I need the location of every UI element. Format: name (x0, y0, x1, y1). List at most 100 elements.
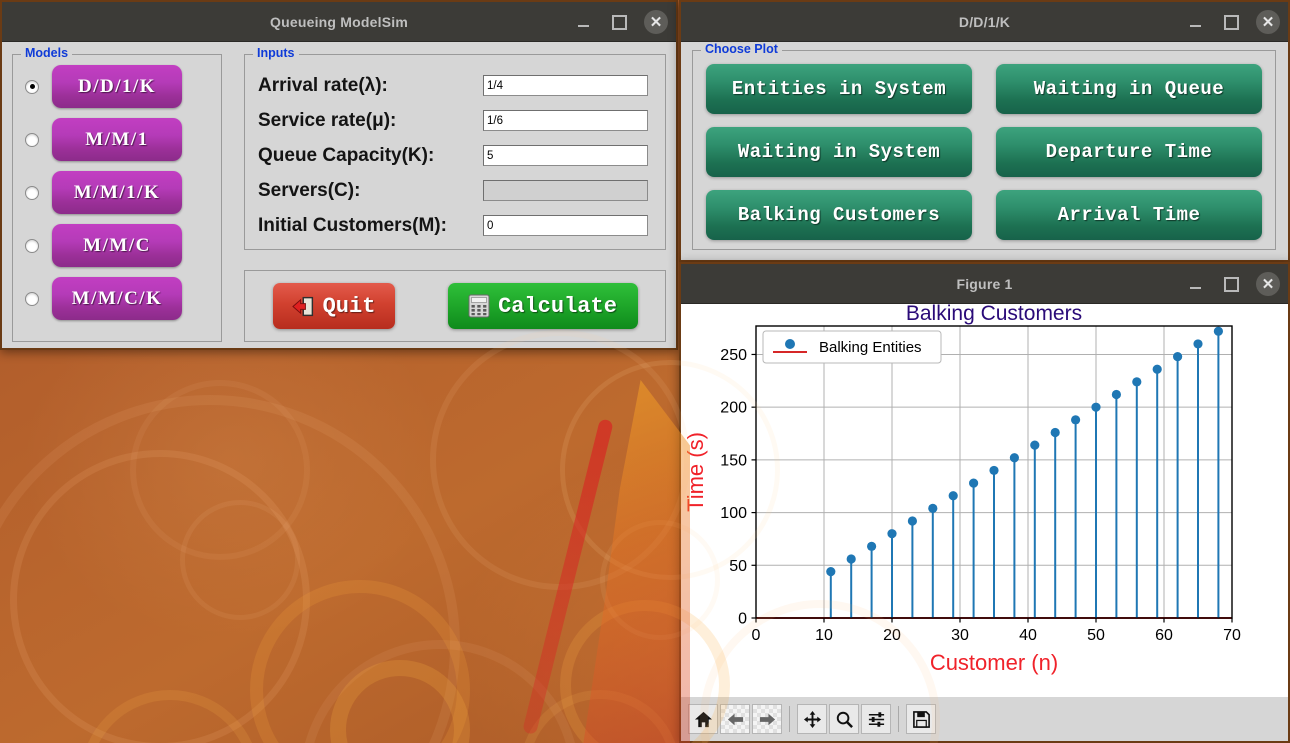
figure-maximize-button[interactable] (1220, 273, 1242, 295)
plot-minimize-button[interactable] (1184, 11, 1206, 33)
model-radio-mm1[interactable] (25, 132, 39, 147)
input-row-initial-customers: Initial Customers(M): 0 (258, 209, 665, 242)
figure-window-controls: ✕ (1184, 264, 1280, 304)
data-point-marker (907, 516, 917, 526)
plot-button-waiting-in-system[interactable]: Waiting in System (706, 127, 972, 177)
plot-button-departure-time[interactable]: Departure Time (996, 127, 1262, 177)
desktop: Queueing ModelSim ✕ Models D/D/1/K M/M/1 (0, 0, 1290, 743)
model-radio-mmc[interactable] (25, 238, 39, 253)
legend-marker-swatch (785, 339, 795, 349)
plot-window-title: D/D/1/K (958, 13, 1011, 30)
chart-title: Balking Customers (906, 304, 1082, 325)
data-point-marker (887, 529, 897, 539)
model-option-row[interactable]: D/D/1/K (25, 65, 221, 108)
figure-minimize-button[interactable] (1184, 273, 1206, 295)
calculate-button[interactable]: Calculate (447, 283, 638, 329)
servers-input[interactable] (483, 180, 648, 201)
y-tick-label: 250 (720, 347, 747, 364)
wallpaper-swirl (80, 690, 260, 743)
y-tick-label: 200 (720, 400, 747, 417)
data-point-marker (1009, 453, 1019, 463)
plot-chooser-window: D/D/1/K ✕ Choose Plot Entities in System… (679, 0, 1290, 262)
model-button-mmck[interactable]: M/M/C/K (52, 277, 182, 320)
servers-label: Servers(C): (258, 179, 361, 201)
forward-arrow-icon[interactable] (752, 704, 782, 734)
y-tick-label: 0 (738, 611, 747, 628)
balking-customers-chart: Balking Customers 0 10 20 30 40 50 60 70 0 50 100 15… (681, 302, 1288, 697)
choose-plot-group: Choose Plot Entities in System Waiting i… (692, 42, 1276, 250)
calculate-button-label: Calculate (498, 293, 617, 319)
model-button-mm1k[interactable]: M/M/1/K (52, 171, 182, 214)
data-point-marker (1050, 427, 1060, 438)
wallpaper-swirl (330, 660, 470, 743)
main-window-controls: ✕ (572, 2, 668, 42)
x-tick-label: 10 (815, 627, 833, 644)
data-point-marker (1132, 377, 1142, 387)
x-tick-label: 60 (1155, 627, 1173, 644)
y-tick-label: 100 (720, 505, 747, 522)
x-tick-label: 0 (752, 627, 761, 644)
figure-close-button[interactable]: ✕ (1256, 272, 1280, 296)
wallpaper-swirl (250, 580, 470, 743)
service-rate-input[interactable]: 1/6 (483, 110, 648, 131)
data-point-marker (846, 554, 856, 564)
model-button-mm1[interactable]: M/M/1 (52, 118, 182, 161)
main-window-titlebar[interactable]: Queueing ModelSim ✕ (2, 2, 676, 42)
inputs-group-label: Inputs (253, 46, 299, 60)
data-point-marker (826, 567, 836, 577)
input-row-servers: Servers(C): (258, 174, 665, 207)
plot-button-balking-customers[interactable]: Balking Customers (706, 190, 972, 240)
plot-button-waiting-in-queue[interactable]: Waiting in Queue (996, 64, 1262, 114)
initial-customers-input[interactable]: 0 (483, 215, 648, 236)
zoom-magnifier-icon[interactable] (829, 704, 859, 734)
plot-window-titlebar[interactable]: D/D/1/K ✕ (681, 2, 1288, 42)
input-row-arrival-rate: Arrival rate(λ): 1/4 (258, 69, 665, 102)
models-group-label: Models (21, 46, 73, 60)
model-option-row[interactable]: M/M/1/K (25, 171, 221, 214)
data-point-marker (1111, 389, 1121, 400)
plot-maximize-button[interactable] (1220, 11, 1242, 33)
data-point-marker (928, 503, 938, 513)
figure-window-titlebar[interactable]: Figure 1 ✕ (681, 264, 1288, 304)
x-tick-label: 40 (1019, 627, 1037, 644)
pan-move-icon[interactable] (797, 704, 827, 734)
model-radio-mmck[interactable] (25, 291, 39, 306)
data-point-marker (989, 465, 999, 476)
model-radio-mm1k[interactable] (25, 185, 39, 200)
model-radio-ddonek[interactable] (25, 79, 39, 94)
model-option-row[interactable]: M/M/C/K (25, 277, 221, 320)
maximize-button[interactable] (608, 11, 630, 33)
data-point-marker (1152, 364, 1162, 374)
back-arrow-icon[interactable] (720, 704, 750, 734)
arrival-rate-input[interactable]: 1/4 (483, 75, 648, 96)
close-button[interactable]: ✕ (644, 10, 668, 34)
choose-plot-group-label: Choose Plot (701, 42, 782, 56)
data-point-marker (867, 541, 877, 551)
model-button-ddonek[interactable]: D/D/1/K (52, 65, 182, 108)
plot-button-entities-in-system[interactable]: Entities in System (706, 64, 972, 114)
minimize-button[interactable] (572, 11, 594, 33)
model-option-row[interactable]: M/M/1 (25, 118, 221, 161)
quit-button[interactable]: Quit (272, 283, 395, 329)
plot-close-button[interactable]: ✕ (1256, 10, 1280, 34)
x-tick-label: 70 (1223, 627, 1241, 644)
home-icon[interactable] (688, 704, 718, 734)
model-button-mmc[interactable]: M/M/C (52, 224, 182, 267)
model-option-row[interactable]: M/M/C (25, 224, 221, 267)
wallpaper-figure (583, 380, 690, 743)
matplotlib-navigation-toolbar (681, 697, 1288, 741)
queue-capacity-input[interactable]: 5 (483, 145, 648, 166)
models-group: Models D/D/1/K M/M/1 M/M/1/K M/M/C M/M/C… (12, 46, 222, 342)
quit-button-label: Quit (322, 293, 376, 319)
wallpaper-swirl (10, 450, 310, 743)
plot-button-arrival-time[interactable]: Arrival Time (996, 190, 1262, 240)
x-tick-label: 50 (1087, 627, 1105, 644)
legend-label: Balking Entities (819, 339, 922, 356)
data-point-marker (1213, 326, 1223, 336)
service-rate-label: Service rate(μ): (258, 109, 397, 131)
wallpaper-swirl (0, 395, 460, 743)
main-window-title: Queueing ModelSim (270, 13, 408, 30)
save-floppy-icon[interactable] (906, 704, 936, 734)
configure-subplots-icon[interactable] (861, 704, 891, 734)
data-point-marker (1091, 402, 1101, 412)
